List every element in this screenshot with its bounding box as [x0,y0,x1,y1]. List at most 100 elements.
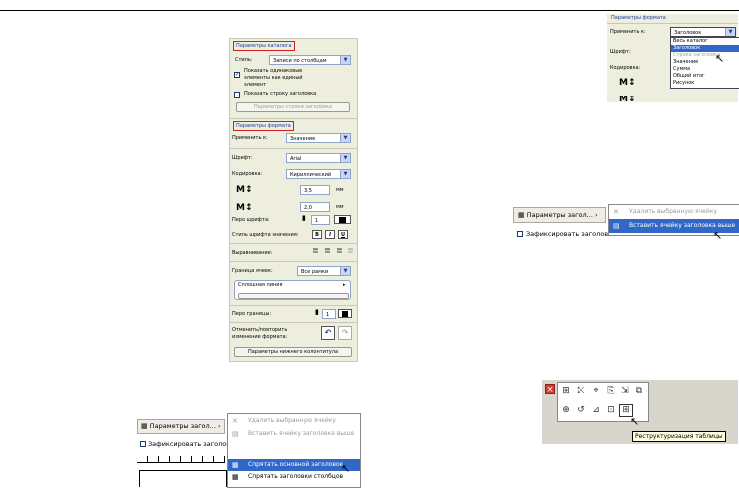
section-divider [230,243,357,244]
show-same-label-line2: элементы как единый [244,75,303,81]
chevron-down-icon: ▼ [340,267,350,275]
cell-properties-icon[interactable]: ⊡ [605,405,617,416]
footer-params-button[interactable]: Параметры нижнего колонтитула [234,347,352,357]
italic-button[interactable]: I [325,230,335,239]
value-style-label: Стиль шрифта значения: [232,232,299,238]
show-header-row-checkbox[interactable] [234,92,240,98]
align-left-icon[interactable]: ≣ [312,247,319,255]
chevron-down-icon: ▼ [340,134,350,142]
border-color-swatch[interactable] [338,309,352,318]
settings-panel: Параметры каталога Стиль: Записи по стол… [229,38,358,362]
line-spacing-unit: мм [336,204,344,210]
delete-icon: ✕ [232,417,238,425]
section-divider [230,261,357,262]
header-params-label: Параметры загол... [526,211,593,219]
fix-header-label: Зафиксировать заголов [148,440,231,448]
cell-copy-icon[interactable]: ⎘ [605,386,617,397]
section-divider [230,305,357,306]
dropdown-option[interactable]: Строка заголовка [671,52,739,59]
tooltip: Реструктуризация таблицы [632,431,726,442]
undo-icon[interactable]: ↺ [575,405,587,416]
fix-header-checkbox[interactable] [140,441,146,447]
dropdown-option[interactable]: Общий итог [671,73,739,80]
encoding-select[interactable]: Кириллический ▼ [286,169,351,179]
font-select[interactable]: Arial ▼ [286,153,351,163]
cell-link-icon[interactable]: ⧉ [633,386,645,397]
style-label: Стиль: [235,57,253,63]
menu-item-insert-header-cell[interactable]: ▤ Вставить ячейку заголовка выше [228,427,360,440]
header-row-params-button[interactable]: Параметры строки заголовка [236,102,350,112]
header-params-button[interactable]: ▦ Параметры загол... › [513,207,606,223]
pointer-cell-icon[interactable]: ⌖ [590,386,602,397]
apply-to-select[interactable]: Значение ▼ [286,133,351,143]
dropdown-option[interactable]: Рисунок [671,80,739,87]
mouse-cursor-icon: ↖ [713,229,723,242]
insert-cell-icon[interactable]: ⊕ [560,405,572,416]
undo-format-icon[interactable]: ↶ [321,326,335,340]
insert-cell-icon: ▤ [232,430,239,438]
font-size-input[interactable]: 3,5 [300,185,330,195]
dropdown-option[interactable]: Значение [671,59,739,66]
delete-icon: ✕ [613,208,619,216]
dropdown-option[interactable]: Заголовок [671,45,739,52]
header-params-button[interactable]: ▦ Параметры загол... › [137,419,225,434]
apply-to-label: Применить к: [232,135,268,141]
format-section-title: Параметры формата [233,121,294,131]
font-size-icon: M↕ [236,185,253,195]
underline-button[interactable]: U [338,230,348,239]
table-toolbar: × ⊞ ⤪ ⌖ ⎘ ⇲ ⧉ ⊕ ↺ ⊿ ⊡ ⊞ ↖ Реструктуризац… [542,380,738,444]
encoding-label: Кодировка: [232,171,263,177]
chevron-right-icon: › [217,422,221,430]
header-params-label: Параметры загол... [149,422,216,430]
apply-to-options-list[interactable]: Весь каталог Заголовок Строка заголовка Зна… [670,37,739,89]
show-same-checkbox[interactable]: ✓ [234,72,240,78]
apply-to-label: Применить к: [610,29,646,35]
style-select[interactable]: Записи по столбцам ▼ [269,55,351,65]
undo-label: Отменить/повторить [232,327,288,333]
table-icon: ▦ [141,422,148,430]
apply-to-value: Заголовок [674,30,702,36]
dropdown-option[interactable]: Сумма [671,66,739,73]
line-type-box[interactable]: Сплошная линия ▸ [234,280,351,300]
line-spacing-icon: M↕ [236,203,253,213]
menu-item-delete-cell[interactable]: ✕ Удалить выбранную ячейку [609,205,739,219]
menu-item-delete-cell[interactable]: ✕ Удалить выбранную ячейку [228,414,360,427]
section-divider [230,118,357,119]
line-spacing-icon: M↕ [619,96,636,102]
split-cell-icon[interactable]: ⤪ [575,386,587,397]
cell-move-icon[interactable]: ⇲ [619,386,631,397]
apply-to-select[interactable]: Заголовок ▼ [670,27,736,37]
font-pen-input[interactable]: 1 [311,215,330,225]
show-same-label: Показать одинаковые [244,68,303,74]
pen-icon: ▮ [302,214,306,222]
menu-item-label: Вставить ячейку заголовка выше [248,430,355,437]
context-menu-bottom: ▦ Параметры загол... › Зафиксировать заг… [137,413,361,488]
cell-border-select[interactable]: Все рамки ▼ [297,266,351,276]
merge-cells-icon[interactable]: ⊿ [590,405,602,416]
close-button[interactable]: × [545,384,555,395]
align-right-icon[interactable]: ≣ [336,247,343,255]
context-menu-right: ▦ Параметры загол... › Зафиксировать заг… [513,204,739,244]
align-center-icon[interactable]: ≣ [324,247,331,255]
chevron-down-icon: ▼ [340,170,350,178]
align-justify-icon[interactable]: ≣ [347,247,354,255]
catalog-section-title: Параметры каталога [233,41,295,51]
redo-format-icon[interactable]: ↷ [338,326,352,340]
font-label: Шрифт: [610,49,631,55]
cell-border-value: Все рамки [301,269,329,275]
line-spacing-input[interactable]: 2,0 [300,202,330,212]
chevron-down-icon: ▼ [725,28,735,36]
bold-button[interactable]: B [312,230,322,239]
dropdown-option[interactable]: Весь каталог [671,38,739,45]
add-row-icon[interactable]: ⊞ [560,386,572,397]
menu-separator [228,440,360,459]
section-divider [230,322,357,323]
pen-color-swatch[interactable] [334,215,351,224]
format-section-title: Параметры формата [609,14,668,22]
font-size-unit: мм [336,187,344,193]
top-rule [0,10,739,11]
border-pen-input[interactable]: 1 [322,309,336,319]
fix-header-checkbox[interactable] [517,231,523,237]
chevron-down-icon: ▼ [340,154,350,162]
line-type-value: Сплошная линия [238,282,283,288]
